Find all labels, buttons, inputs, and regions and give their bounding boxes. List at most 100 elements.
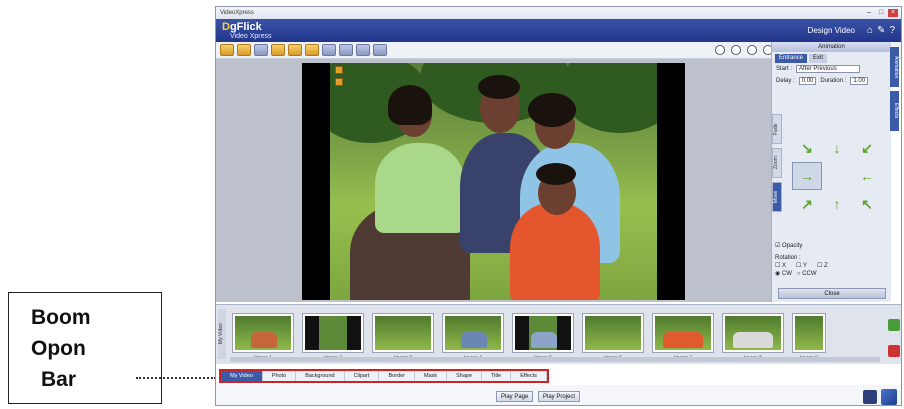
tab-exit[interactable]: Exit bbox=[809, 54, 828, 63]
arrow-up-icon[interactable]: ↑ bbox=[822, 190, 852, 218]
close-button[interactable]: × bbox=[888, 9, 898, 17]
stage-area bbox=[216, 59, 771, 302]
filmstrip-scrollbar[interactable] bbox=[230, 357, 880, 362]
fit-icon[interactable] bbox=[747, 45, 757, 55]
app-logo: DgFlick Video Xpress bbox=[222, 20, 272, 40]
rotation-ccw[interactable]: CCW bbox=[802, 271, 816, 277]
export-icon[interactable] bbox=[881, 389, 897, 405]
play-page-button[interactable]: Play Page bbox=[496, 391, 534, 402]
filmstrip-thumb[interactable]: Image 8 bbox=[722, 313, 784, 361]
tab-border[interactable]: Border bbox=[379, 371, 415, 381]
tab-title[interactable]: Title bbox=[482, 371, 512, 381]
vtab-fade[interactable]: Fade bbox=[772, 114, 782, 144]
brand-bar: DgFlick Video Xpress Design Video ⌂ ✎ ? bbox=[216, 19, 901, 42]
logo-subtitle: Video Xpress bbox=[230, 32, 272, 40]
arrow-down-icon[interactable]: ↓ bbox=[822, 134, 852, 162]
callout-line: Boom bbox=[31, 305, 91, 329]
opacity-label: Opacity bbox=[782, 243, 803, 249]
start-select[interactable]: After Previous bbox=[796, 65, 861, 73]
toolbar-button[interactable] bbox=[254, 44, 268, 56]
logo-text: gFlick bbox=[229, 20, 262, 33]
rotation-z[interactable]: Z bbox=[824, 263, 828, 269]
minimize-button[interactable]: – bbox=[864, 9, 874, 17]
layer-marker[interactable] bbox=[335, 66, 343, 74]
zoom-in-icon[interactable] bbox=[715, 45, 725, 55]
logo-letter: D bbox=[222, 20, 230, 33]
filmstrip-thumb[interactable]: Image 6 bbox=[582, 313, 644, 361]
callout-line: Bar bbox=[41, 367, 77, 391]
bottom-bar: Play Page Play Project bbox=[216, 385, 901, 405]
toolbar-button[interactable] bbox=[305, 44, 319, 56]
toolbar-button[interactable] bbox=[220, 44, 234, 56]
filmstrip-thumb[interactable]: Image 9 bbox=[792, 313, 826, 361]
toolbar-button[interactable] bbox=[322, 44, 336, 56]
panel-close-button[interactable]: Close bbox=[778, 288, 886, 299]
window-title: VideoXpress bbox=[220, 10, 254, 16]
tab-background[interactable]: Background bbox=[296, 371, 345, 381]
redo-button[interactable] bbox=[373, 44, 387, 56]
arrow-up-right-icon[interactable]: ↗ bbox=[792, 190, 822, 218]
mode-label[interactable]: Design Video bbox=[808, 26, 855, 35]
callout-line: Opon bbox=[31, 336, 86, 360]
zoom-out-icon[interactable] bbox=[731, 45, 741, 55]
undo-button[interactable] bbox=[356, 44, 370, 56]
rotation-group: Rotation : ☐ X ☐ Y ☐ Z ◉ CW ○ CCW bbox=[775, 255, 828, 277]
side-tab-animation[interactable]: Animation bbox=[890, 47, 899, 87]
duration-label: Duration : bbox=[820, 78, 847, 84]
arrow-center bbox=[822, 162, 852, 190]
callout-arrow bbox=[136, 373, 223, 383]
tab-effects[interactable]: Effects bbox=[511, 371, 547, 381]
animation-panel: Animation Entrance Exit Start : After Pr… bbox=[771, 42, 891, 302]
canvas[interactable] bbox=[302, 63, 685, 300]
panel-title: Animation bbox=[772, 42, 891, 52]
save-icon[interactable] bbox=[863, 390, 877, 404]
help-icon[interactable]: ? bbox=[889, 25, 895, 36]
side-tab-effects[interactable]: Effects bbox=[890, 91, 899, 131]
arrow-down-left-icon[interactable]: ↙ bbox=[852, 134, 882, 162]
duration-input[interactable]: 1.00 bbox=[850, 77, 869, 85]
start-label: Start : bbox=[776, 66, 793, 72]
toolbar-button[interactable] bbox=[271, 44, 285, 56]
toolbar-button[interactable] bbox=[237, 44, 251, 56]
canvas-photo[interactable] bbox=[330, 63, 657, 300]
edit-icon[interactable]: ✎ bbox=[877, 25, 885, 36]
rotation-label: Rotation : bbox=[775, 255, 801, 261]
arrow-up-left-icon[interactable]: ↖ bbox=[852, 190, 882, 218]
opacity-checkbox[interactable]: ☑ Opacity bbox=[775, 242, 802, 249]
arrow-down-right-icon[interactable]: ↘ bbox=[792, 134, 822, 162]
filmstrip-thumb[interactable]: Image 2 bbox=[302, 313, 364, 361]
tab-photo[interactable]: Photo bbox=[263, 371, 297, 381]
play-project-button[interactable]: Play Project bbox=[538, 391, 581, 402]
arrow-left-icon[interactable]: ← bbox=[852, 162, 882, 190]
filmstrip-label: My Video bbox=[218, 309, 226, 359]
bottom-tab-bar: My Video Photo Background Clipart Border… bbox=[219, 369, 549, 383]
vtab-move[interactable]: Move bbox=[772, 182, 782, 212]
add-page-icon[interactable] bbox=[888, 319, 900, 331]
filmstrip-thumb[interactable]: Image 5 bbox=[512, 313, 574, 361]
rotation-cw[interactable]: CW bbox=[782, 271, 792, 277]
filmstrip: My Video Image 1 Image 2 Image 3 Image 4… bbox=[216, 304, 901, 364]
rotation-y[interactable]: Y bbox=[803, 263, 807, 269]
vtab-zoom[interactable]: Zoom bbox=[772, 148, 782, 178]
delete-page-icon[interactable] bbox=[888, 345, 900, 357]
tab-entrance[interactable]: Entrance bbox=[775, 54, 808, 63]
filmstrip-thumb[interactable]: Image 7 bbox=[652, 313, 714, 361]
filmstrip-thumb[interactable]: Image 1 bbox=[232, 313, 294, 361]
tab-shape[interactable]: Shape bbox=[447, 371, 483, 381]
arrow-right-icon[interactable]: → bbox=[792, 162, 822, 190]
home-icon[interactable]: ⌂ bbox=[867, 25, 873, 36]
side-strip: Animation Effects bbox=[890, 47, 899, 302]
direction-grid: ↘ ↓ ↙ → ← ↗ ↑ ↖ bbox=[792, 134, 882, 218]
toolbar-button[interactable] bbox=[339, 44, 353, 56]
toolbar-button[interactable] bbox=[288, 44, 302, 56]
tab-my-video[interactable]: My Video bbox=[221, 371, 263, 381]
rotation-x[interactable]: X bbox=[782, 263, 786, 269]
layer-marker[interactable] bbox=[335, 78, 343, 86]
maximize-button[interactable]: □ bbox=[876, 9, 886, 17]
filmstrip-thumb[interactable]: Image 4 bbox=[442, 313, 504, 361]
delay-input[interactable]: 0.00 bbox=[798, 77, 817, 85]
filmstrip-thumb[interactable]: Image 3 bbox=[372, 313, 434, 361]
tab-clipart[interactable]: Clipart bbox=[345, 371, 380, 381]
app-window: VideoXpress – □ × DgFlick Video Xpress D… bbox=[215, 6, 902, 406]
tab-mask[interactable]: Mask bbox=[415, 371, 448, 381]
